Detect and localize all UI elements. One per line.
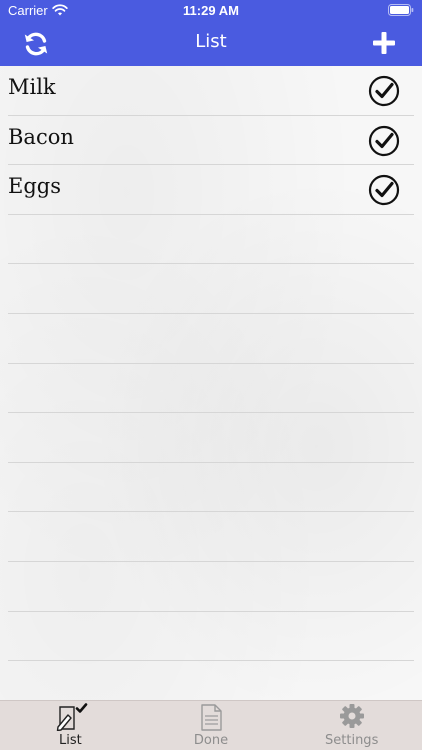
plus-icon[interactable] (372, 31, 396, 55)
battery-icon (388, 4, 414, 16)
tab-settings[interactable]: Settings (281, 701, 422, 750)
check-circle-icon[interactable] (368, 75, 400, 107)
header: Carrier 11:29 AM List (0, 0, 422, 66)
tab-done[interactable]: Done (141, 701, 282, 750)
empty-row (8, 215, 414, 265)
shopping-list: Milk Bacon Eggs (0, 66, 422, 700)
check-circle-icon[interactable] (368, 174, 400, 206)
page-title: List (195, 31, 227, 52)
empty-row (8, 314, 414, 364)
empty-row (8, 562, 414, 612)
tab-list[interactable]: List (0, 701, 141, 750)
document-icon (201, 704, 222, 731)
empty-row (8, 612, 414, 662)
tab-label: Settings (325, 733, 379, 748)
list-item[interactable]: Milk (8, 66, 414, 116)
empty-row (8, 413, 414, 463)
empty-row (8, 463, 414, 513)
tab-bar: List Done Settings (0, 700, 422, 750)
list-item[interactable]: Eggs (8, 165, 414, 215)
empty-row (8, 264, 414, 314)
pencil-check-icon (57, 703, 88, 731)
check-circle-icon[interactable] (368, 125, 400, 157)
tab-label: List (58, 733, 82, 748)
status-bar: Carrier 11:29 AM (0, 0, 422, 22)
gear-icon (339, 704, 364, 728)
list-item[interactable]: Bacon (8, 116, 414, 166)
empty-row (8, 661, 414, 700)
tab-label: Done (193, 733, 229, 748)
empty-row (8, 512, 414, 562)
empty-row (8, 364, 414, 414)
list-item-label: Bacon (8, 124, 74, 149)
nav-bar: List (0, 22, 422, 66)
status-time: 11:29 AM (183, 3, 239, 18)
list-item-label: Eggs (8, 174, 61, 199)
list-item-label: Milk (8, 75, 56, 99)
